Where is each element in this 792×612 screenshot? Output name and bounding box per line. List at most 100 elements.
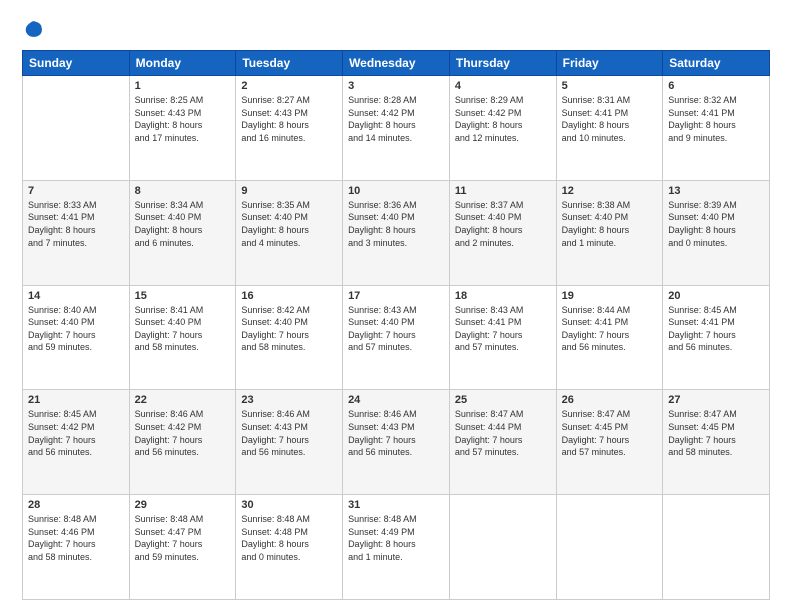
calendar-cell: 5 Sunrise: 8:31 AM Sunset: 4:41 PM Daylig… [556,76,663,181]
day-info: Sunrise: 8:47 AM Sunset: 4:45 PM Dayligh… [562,408,658,458]
day-number: 8 [135,185,231,197]
calendar-cell: 25 Sunrise: 8:47 AM Sunset: 4:44 PM Dayli… [449,390,556,495]
day-info: Sunrise: 8:29 AM Sunset: 4:42 PM Dayligh… [455,94,551,144]
day-number: 21 [28,394,124,406]
day-number: 5 [562,80,658,92]
calendar-cell: 22Sunrise: 8:46 AM Sunset: 4:42 PM Dayli… [129,390,236,495]
day-info: Sunrise: 8:36 AM Sunset: 4:40 PM Dayligh… [348,199,444,249]
day-number: 12 [562,185,658,197]
logo [22,18,48,40]
day-header-monday: Monday [129,51,236,76]
day-info: Sunrise: 8:45 AM Sunset: 4:42 PM Dayligh… [28,408,124,458]
header [22,18,770,40]
day-header-saturday: Saturday [663,51,770,76]
day-number: 17 [348,290,444,302]
day-number: 25 [455,394,551,406]
day-info: Sunrise: 8:48 AM Sunset: 4:48 PM Dayligh… [241,513,337,563]
day-number: 9 [241,185,337,197]
day-info: Sunrise: 8:35 AM Sunset: 4:40 PM Dayligh… [241,199,337,249]
day-number: 23 [241,394,337,406]
calendar-cell: 30 Sunrise: 8:48 AM Sunset: 4:48 PM Dayli… [236,495,343,600]
day-header-wednesday: Wednesday [343,51,450,76]
calendar-cell: 12 Sunrise: 8:38 AM Sunset: 4:40 PM Dayli… [556,180,663,285]
day-number: 29 [135,499,231,511]
day-info: Sunrise: 8:42 AM Sunset: 4:40 PM Dayligh… [241,304,337,354]
calendar-cell: 16 Sunrise: 8:42 AM Sunset: 4:40 PM Dayli… [236,285,343,390]
calendar-cell: 18 Sunrise: 8:43 AM Sunset: 4:41 PM Dayli… [449,285,556,390]
day-number: 27 [668,394,764,406]
day-number: 15 [135,290,231,302]
day-header-tuesday: Tuesday [236,51,343,76]
day-number: 31 [348,499,444,511]
day-number: 14 [28,290,124,302]
day-info: Sunrise: 8:43 AM Sunset: 4:41 PM Dayligh… [455,304,551,354]
day-number: 16 [241,290,337,302]
calendar-cell: 26 Sunrise: 8:47 AM Sunset: 4:45 PM Dayli… [556,390,663,495]
day-info: Sunrise: 8:46 AM Sunset: 4:43 PM Dayligh… [348,408,444,458]
calendar-cell: 14 Sunrise: 8:40 AM Sunset: 4:40 PM Dayli… [23,285,130,390]
calendar-cell: 20Sunrise: 8:45 AM Sunset: 4:41 PM Dayli… [663,285,770,390]
week-row-2: 14 Sunrise: 8:40 AM Sunset: 4:40 PM Dayli… [23,285,770,390]
calendar-cell: 9 Sunrise: 8:35 AM Sunset: 4:40 PM Daylig… [236,180,343,285]
day-info: Sunrise: 8:43 AM Sunset: 4:40 PM Dayligh… [348,304,444,354]
calendar-cell: 13 Sunrise: 8:39 AM Sunset: 4:40 PM Dayli… [663,180,770,285]
day-number: 19 [562,290,658,302]
day-info: Sunrise: 8:38 AM Sunset: 4:40 PM Dayligh… [562,199,658,249]
day-number: 4 [455,80,551,92]
calendar-cell: 23 Sunrise: 8:46 AM Sunset: 4:43 PM Dayli… [236,390,343,495]
day-number: 26 [562,394,658,406]
calendar-cell [663,495,770,600]
calendar-cell: 8 Sunrise: 8:34 AM Sunset: 4:40 PM Daylig… [129,180,236,285]
day-number: 24 [348,394,444,406]
day-number: 3 [348,80,444,92]
day-info: Sunrise: 8:44 AM Sunset: 4:41 PM Dayligh… [562,304,658,354]
day-info: Sunrise: 8:37 AM Sunset: 4:40 PM Dayligh… [455,199,551,249]
day-number: 10 [348,185,444,197]
day-number: 28 [28,499,124,511]
calendar-cell: 11 Sunrise: 8:37 AM Sunset: 4:40 PM Dayli… [449,180,556,285]
week-row-1: 7Sunrise: 8:33 AM Sunset: 4:41 PM Daylig… [23,180,770,285]
calendar-cell: 17 Sunrise: 8:43 AM Sunset: 4:40 PM Dayli… [343,285,450,390]
calendar-cell [556,495,663,600]
day-number: 1 [135,80,231,92]
days-of-week-row: SundayMondayTuesdayWednesdayThursdayFrid… [23,51,770,76]
day-info: Sunrise: 8:47 AM Sunset: 4:45 PM Dayligh… [668,408,764,458]
day-info: Sunrise: 8:39 AM Sunset: 4:40 PM Dayligh… [668,199,764,249]
calendar-cell: 24 Sunrise: 8:46 AM Sunset: 4:43 PM Dayli… [343,390,450,495]
day-number: 11 [455,185,551,197]
week-row-4: 28Sunrise: 8:48 AM Sunset: 4:46 PM Dayli… [23,495,770,600]
day-header-friday: Friday [556,51,663,76]
week-row-3: 21 Sunrise: 8:45 AM Sunset: 4:42 PM Dayli… [23,390,770,495]
calendar-cell: 15 Sunrise: 8:41 AM Sunset: 4:40 PM Dayli… [129,285,236,390]
day-number: 30 [241,499,337,511]
day-info: Sunrise: 8:28 AM Sunset: 4:42 PM Dayligh… [348,94,444,144]
day-info: Sunrise: 8:27 AM Sunset: 4:43 PM Dayligh… [241,94,337,144]
day-info: Sunrise: 8:32 AM Sunset: 4:41 PM Dayligh… [668,94,764,144]
calendar-cell: 3 Sunrise: 8:28 AM Sunset: 4:42 PM Daylig… [343,76,450,181]
day-info: Sunrise: 8:41 AM Sunset: 4:40 PM Dayligh… [135,304,231,354]
day-info: Sunrise: 8:47 AM Sunset: 4:44 PM Dayligh… [455,408,551,458]
day-number: 6 [668,80,764,92]
day-number: 2 [241,80,337,92]
calendar-cell: 28Sunrise: 8:48 AM Sunset: 4:46 PM Dayli… [23,495,130,600]
calendar-cell [23,76,130,181]
day-header-thursday: Thursday [449,51,556,76]
day-info: Sunrise: 8:40 AM Sunset: 4:40 PM Dayligh… [28,304,124,354]
calendar-cell: 2 Sunrise: 8:27 AM Sunset: 4:43 PM Daylig… [236,76,343,181]
day-number: 20 [668,290,764,302]
day-number: 13 [668,185,764,197]
calendar-cell: 6 Sunrise: 8:32 AM Sunset: 4:41 PM Daylig… [663,76,770,181]
day-info: Sunrise: 8:31 AM Sunset: 4:41 PM Dayligh… [562,94,658,144]
calendar-cell: 4 Sunrise: 8:29 AM Sunset: 4:42 PM Daylig… [449,76,556,181]
day-info: Sunrise: 8:48 AM Sunset: 4:47 PM Dayligh… [135,513,231,563]
calendar-cell: 19 Sunrise: 8:44 AM Sunset: 4:41 PM Dayli… [556,285,663,390]
calendar-cell [449,495,556,600]
week-row-0: 1 Sunrise: 8:25 AM Sunset: 4:43 PM Daylig… [23,76,770,181]
calendar-cell: 31Sunrise: 8:48 AM Sunset: 4:49 PM Dayli… [343,495,450,600]
calendar-cell: 29 Sunrise: 8:48 AM Sunset: 4:47 PM Dayli… [129,495,236,600]
day-info: Sunrise: 8:25 AM Sunset: 4:43 PM Dayligh… [135,94,231,144]
day-number: 18 [455,290,551,302]
day-info: Sunrise: 8:46 AM Sunset: 4:43 PM Dayligh… [241,408,337,458]
day-number: 22 [135,394,231,406]
day-info: Sunrise: 8:34 AM Sunset: 4:40 PM Dayligh… [135,199,231,249]
